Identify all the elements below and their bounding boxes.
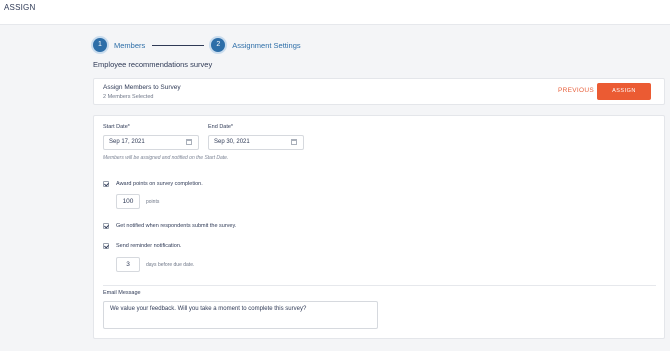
assign-members-card: Assign Members to Survey 2 Members Selec… <box>93 78 665 105</box>
reminder-label: Send reminder notification. <box>116 243 182 249</box>
email-message-textarea[interactable]: We value your feedback. Will you take a … <box>103 301 378 329</box>
calendar-icon[interactable] <box>291 139 297 145</box>
stepper: 1 Members 2 Assignment Settings <box>93 37 301 53</box>
members-selected-count: 2 Members Selected <box>103 94 154 100</box>
end-date-value: Sep 30, 2021 <box>214 139 250 145</box>
step-connector <box>152 44 205 46</box>
start-date-label: Start Date* <box>103 124 130 130</box>
notify-respondents-label: Get notified when respondents submit the… <box>116 223 237 229</box>
step-2-circle[interactable]: 2 <box>211 38 226 52</box>
divider <box>103 285 656 286</box>
reminder-days-unit-label: days before due date. <box>146 262 195 268</box>
start-date-note: Members will be assigned and notified on… <box>103 155 229 161</box>
award-points-checkbox[interactable] <box>103 181 109 187</box>
reminder-days-input[interactable]: 3 <box>116 257 140 272</box>
end-date-input[interactable]: Sep 30, 2021 <box>208 135 304 150</box>
award-points-label: Award points on survey completion. <box>116 181 203 187</box>
end-date-label: End Date* <box>208 124 234 130</box>
calendar-icon[interactable] <box>186 139 192 145</box>
points-unit-label: points <box>146 199 160 205</box>
assign-card-heading: Assign Members to Survey <box>103 84 181 91</box>
start-date-input[interactable]: Sep 17, 2021 <box>103 135 199 150</box>
previous-button[interactable]: PREVIOUS <box>558 87 594 94</box>
page-title: ASSIGN <box>4 3 36 12</box>
survey-title: Employee recommendations survey <box>93 60 213 69</box>
email-message-label: Email Message <box>103 290 141 296</box>
step-1-circle[interactable]: 1 <box>93 38 107 52</box>
step-2-label[interactable]: Assignment Settings <box>232 41 300 50</box>
assignment-settings-form: Start Date* Sep 17, 2021 End Date* Sep 3… <box>93 115 665 339</box>
notify-respondents-checkbox[interactable] <box>103 223 109 229</box>
step-1-label[interactable]: Members <box>114 41 145 50</box>
points-input[interactable]: 100 <box>116 194 140 209</box>
reminder-checkbox[interactable] <box>103 243 109 249</box>
top-bar: ASSIGN <box>0 0 670 25</box>
start-date-value: Sep 17, 2021 <box>109 139 145 145</box>
assign-button[interactable]: ASSIGN <box>597 83 651 100</box>
